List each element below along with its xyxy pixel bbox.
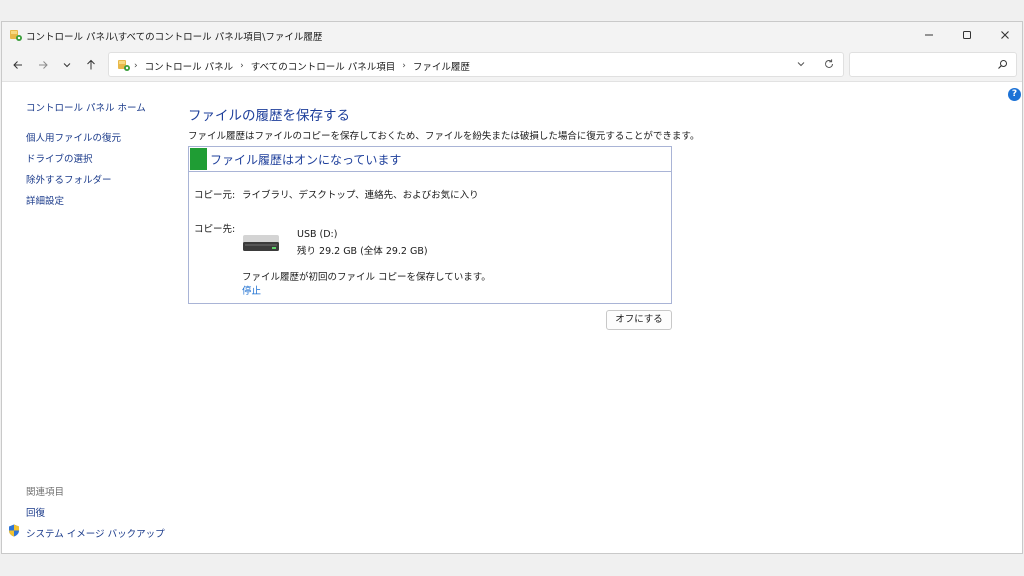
refresh-icon	[825, 59, 833, 68]
breadcrumb-control-panel[interactable]: コントロール パネル	[145, 59, 234, 73]
sidebar-item-home[interactable]: コントロール パネル ホーム	[26, 100, 146, 114]
chevron-down-icon	[63, 63, 71, 68]
maximize-icon	[963, 31, 971, 39]
maximize-button[interactable]	[948, 22, 986, 48]
status-header: ファイル履歴はオンになっています	[189, 147, 671, 172]
recent-locations-button[interactable]	[59, 57, 75, 73]
sidebar-item-advanced-settings[interactable]: 詳細設定	[26, 193, 64, 207]
page-title: ファイルの履歴を保存する	[188, 108, 350, 124]
address-dropdown-button[interactable]	[795, 58, 807, 73]
related-items-label: 関連項目	[26, 487, 65, 498]
minimize-icon	[925, 34, 933, 36]
breadcrumb: › コントロール パネル › すべてのコントロール パネル項目 › ファイル履歴	[134, 59, 470, 73]
breadcrumb-file-history[interactable]: ファイル履歴	[413, 59, 470, 73]
status-indicator	[190, 148, 207, 170]
arrow-left-icon	[13, 61, 22, 69]
page-description: ファイル履歴はファイルのコピーを保存しておくため、ファイルを紛失または破損した場…	[188, 131, 700, 142]
breadcrumb-all-items[interactable]: すべてのコントロール パネル項目	[251, 59, 395, 73]
minimize-button[interactable]	[910, 22, 948, 48]
shield-icon	[9, 524, 19, 537]
back-button[interactable]	[10, 57, 26, 73]
arrow-up-icon	[87, 59, 95, 70]
drive-space: 残り 29.2 GB (全体 29.2 GB)	[297, 246, 428, 257]
breadcrumb-separator[interactable]: ›	[240, 61, 244, 71]
title-bar: コントロール パネル\すべてのコントロール パネル項目\ファイル履歴	[2, 22, 1022, 48]
drive-name: USB (D:)	[297, 229, 338, 240]
close-icon	[1001, 31, 1009, 39]
forward-button[interactable]	[35, 57, 51, 73]
file-history-status-panel: ファイル履歴はオンになっています コピー元: ライブラリ、デスクトップ、連絡先、…	[188, 146, 672, 304]
address-bar[interactable]: › コントロール パネル › すべてのコントロール パネル項目 › ファイル履歴	[108, 52, 844, 77]
status-message: ファイル履歴が初回のファイル コピーを保存しています。	[242, 272, 491, 283]
related-item-recovery[interactable]: 回復	[26, 505, 45, 519]
navigation-bar: › コントロール パネル › すべてのコントロール パネル項目 › ファイル履歴	[2, 48, 1022, 82]
window-title: コントロール パネル\すべてのコントロール パネル項目\ファイル履歴	[26, 32, 323, 43]
sidebar-item-select-drive[interactable]: ドライブの選択	[26, 151, 93, 165]
arrow-right-icon	[39, 61, 48, 69]
breadcrumb-separator[interactable]: ›	[402, 61, 406, 71]
drive-icon	[243, 235, 279, 251]
help-button[interactable]: ?	[1008, 88, 1021, 101]
turn-off-button[interactable]: オフにする	[606, 310, 672, 330]
close-button[interactable]	[986, 22, 1024, 48]
copy-source-value: ライブラリ、デスクトップ、連絡先、およびお気に入り	[242, 190, 479, 201]
sidebar-item-restore[interactable]: 個人用ファイルの復元	[26, 130, 121, 144]
refresh-button[interactable]	[823, 58, 835, 73]
file-history-window: コントロール パネル\すべてのコントロール パネル項目\ファイル履歴 › コント…	[1, 21, 1023, 554]
up-button[interactable]	[83, 57, 99, 73]
stop-link[interactable]: 停止	[242, 283, 261, 297]
copy-source-label: コピー元:	[194, 190, 236, 201]
search-input[interactable]	[854, 56, 998, 74]
control-panel-icon	[118, 60, 130, 71]
sidebar-item-exclude-folders[interactable]: 除外するフォルダー	[26, 172, 112, 186]
search-icon	[998, 60, 1007, 69]
status-title: ファイル履歴はオンになっています	[210, 153, 402, 167]
copy-destination-label: コピー先:	[194, 224, 236, 235]
control-panel-icon	[10, 30, 22, 41]
search-box[interactable]	[849, 52, 1017, 77]
related-item-system-image-backup[interactable]: システム イメージ バックアップ	[26, 526, 165, 540]
chevron-down-icon	[797, 62, 805, 67]
breadcrumb-separator[interactable]: ›	[134, 61, 138, 71]
